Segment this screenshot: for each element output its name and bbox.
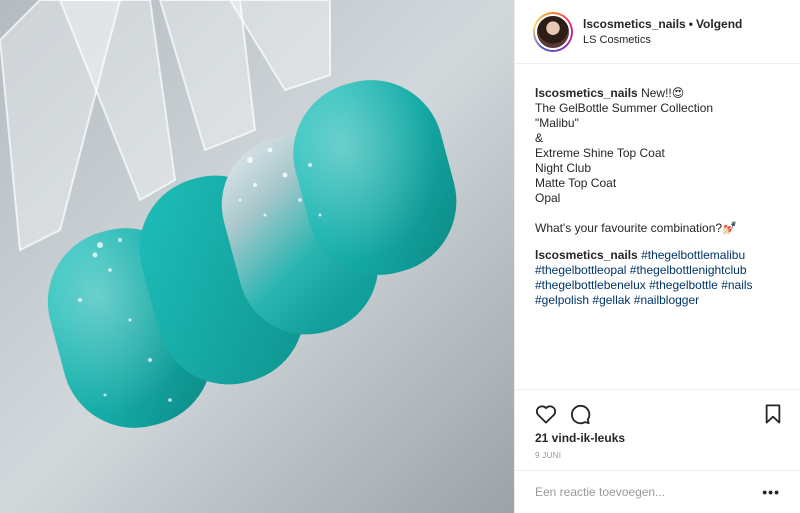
nail-swatches-image bbox=[0, 0, 514, 513]
caption-line: The GelBottle Summer Collection bbox=[535, 101, 714, 115]
caption-username[interactable]: lscosmetics_nails bbox=[535, 86, 638, 100]
caption-first-line: New!!😍 bbox=[641, 86, 685, 100]
caption: lscosmetics_nails New!!😍 The GelBottle S… bbox=[535, 86, 782, 236]
post-date: 9 JUNI bbox=[535, 451, 562, 460]
hashtag-comment: lscosmetics_nails #thegelbottlemalibu #t… bbox=[535, 248, 782, 308]
post-dialog: lscosmetics_nails • Volgend LS Cosmetics l… bbox=[0, 0, 800, 513]
hashtag-link[interactable]: #thegelbottlenightclub bbox=[630, 263, 747, 277]
caption-line: Matte Top Coat bbox=[535, 176, 617, 190]
likes-count[interactable]: 21 vind-ik-leuks bbox=[515, 428, 800, 445]
post-sidebar: lscosmetics_nails • Volgend LS Cosmetics l… bbox=[514, 0, 800, 513]
caption-line: & bbox=[535, 131, 544, 145]
hashtag-link[interactable]: #nails bbox=[721, 278, 752, 292]
comment-icon[interactable] bbox=[569, 403, 591, 425]
caption-line: What's your favourite combination?💅🏻 bbox=[535, 221, 737, 235]
hashtag-link[interactable]: #thegelbottleopal bbox=[535, 263, 626, 277]
more-options-icon[interactable]: ••• bbox=[762, 484, 780, 500]
caption-line: Opal bbox=[535, 191, 561, 205]
caption-line bbox=[535, 206, 782, 221]
caption-line: Extreme Shine Top Coat bbox=[535, 146, 665, 160]
hashtag-link[interactable]: #thegelbottle bbox=[649, 278, 718, 292]
comments-list: lscosmetics_nails New!!😍 The GelBottle S… bbox=[515, 64, 800, 308]
username-link[interactable]: lscosmetics_nails bbox=[583, 17, 686, 31]
hashtag-link[interactable]: #gelpolish bbox=[535, 293, 589, 307]
comment-form: ••• bbox=[515, 470, 800, 513]
hashtag-link[interactable]: #gellak bbox=[592, 293, 630, 307]
follow-button[interactable]: Volgend bbox=[696, 17, 742, 31]
post-actions-section: 21 vind-ik-leuks 9 JUNI bbox=[515, 389, 800, 460]
hashtag-link[interactable]: #thegelbottlebenelux bbox=[535, 278, 646, 292]
post-header: lscosmetics_nails • Volgend LS Cosmetics bbox=[515, 0, 800, 64]
bookmark-icon[interactable] bbox=[764, 404, 782, 424]
comment-input[interactable] bbox=[535, 485, 763, 499]
heart-icon[interactable] bbox=[535, 404, 557, 424]
caption-line: Night Club bbox=[535, 161, 592, 175]
avatar[interactable] bbox=[533, 11, 573, 52]
separator-dot: • bbox=[688, 17, 693, 31]
action-bar bbox=[515, 390, 800, 428]
hashtag-link[interactable]: #nailblogger bbox=[634, 293, 699, 307]
hashtag-link[interactable]: #thegelbottlemalibu bbox=[641, 248, 745, 262]
post-photo[interactable] bbox=[0, 0, 514, 513]
location-link[interactable]: LS Cosmetics bbox=[583, 34, 742, 46]
caption-line: "Malibu" bbox=[535, 116, 579, 130]
comment-username[interactable]: lscosmetics_nails bbox=[535, 248, 638, 262]
